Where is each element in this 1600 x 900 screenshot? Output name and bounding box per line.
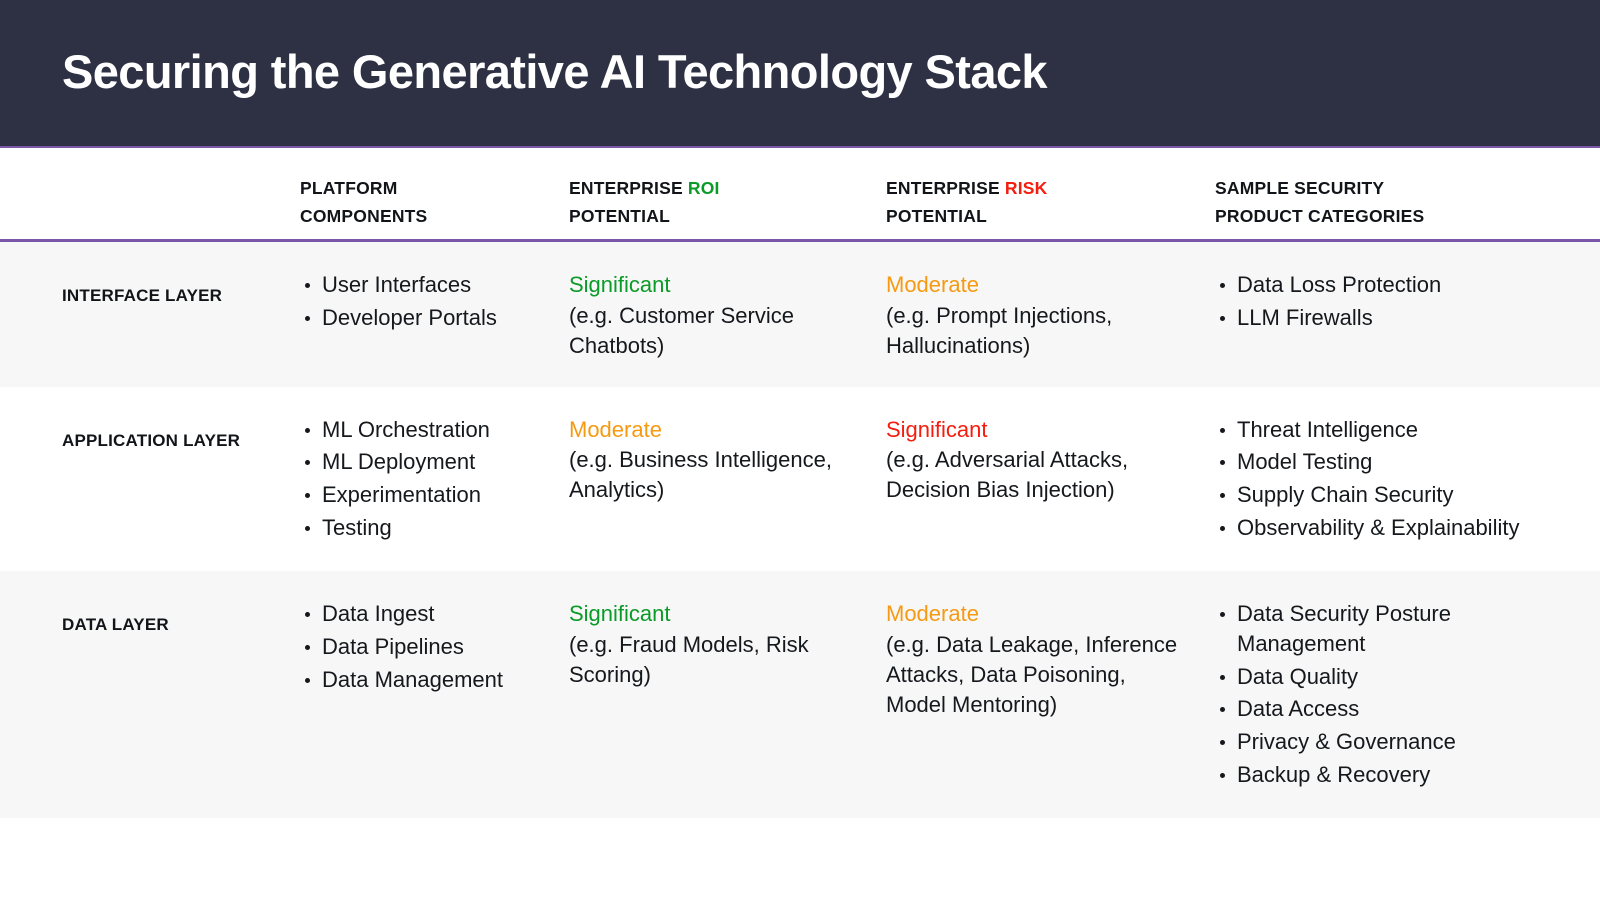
roi-rating: Significant	[569, 601, 671, 627]
list-item: ML Deployment	[305, 447, 541, 477]
row-products-cell: Data Loss Protection LLM Firewalls	[1200, 270, 1600, 361]
header-risk-prefix: ENTERPRISE	[886, 178, 1005, 198]
roi-detail: (e.g. Business Intelligence, Analytics)	[569, 447, 832, 503]
list-item: Data Pipelines	[305, 632, 541, 662]
row-products-cell: Threat Intelligence Model Testing Supply…	[1200, 415, 1600, 546]
list-item: User Interfaces	[305, 270, 541, 300]
list-item: Observability & Explainability	[1220, 513, 1580, 543]
header-products-line1: SAMPLE SECURITY	[1215, 178, 1385, 198]
row-roi-cell: Significant (e.g. Fraud Models, Risk Sco…	[555, 599, 875, 792]
row-layer-label-cell: DATA LAYER	[0, 599, 270, 792]
row-components-cell: ML Orchestration ML Deployment Experimen…	[270, 415, 555, 546]
header-cell-products: SAMPLE SECURITY PRODUCT CATEGORIES	[1200, 150, 1600, 239]
list-item: Data Access	[1220, 694, 1580, 724]
list-item: Data Ingest	[305, 599, 541, 629]
header-components-line1: PLATFORM	[300, 178, 398, 198]
risk-detail: (e.g. Prompt Injections, Hallucinations)	[886, 302, 1113, 358]
risk-rating: Moderate	[886, 601, 979, 627]
list-item: ML Orchestration	[305, 415, 541, 445]
roi-rating: Significant	[569, 272, 671, 297]
row-roi-cell: Significant (e.g. Customer Service Chatb…	[555, 270, 875, 361]
list-item: Data Loss Protection	[1220, 270, 1580, 300]
row-risk-cell: Significant (e.g. Adversarial Attacks, D…	[875, 415, 1200, 546]
list-item: Data Management	[305, 665, 541, 695]
header-components-line2: COMPONENTS	[300, 206, 428, 227]
header-risk-line2: POTENTIAL	[886, 206, 987, 227]
header-roi-accent: ROI	[687, 178, 720, 198]
header-products-line2: PRODUCT CATEGORIES	[1215, 206, 1425, 227]
list-item: Experimentation	[305, 480, 541, 510]
header-risk-accent: RISK	[1004, 178, 1048, 198]
list-item: Model Testing	[1220, 447, 1580, 477]
list-item: Privacy & Governance	[1220, 727, 1580, 757]
row-layer-label-cell: APPLICATION LAYER	[0, 415, 270, 546]
table-row: APPLICATION LAYER ML Orchestration ML De…	[0, 386, 1600, 572]
row-products-cell: Data Security Posture Management Data Qu…	[1200, 599, 1600, 792]
row-roi-cell: Moderate (e.g. Business Intelligence, An…	[555, 415, 875, 546]
list-item: Data Security Posture Management	[1220, 599, 1580, 658]
list-item: Data Quality	[1220, 662, 1580, 692]
list-item: LLM Firewalls	[1220, 303, 1580, 333]
components-list: ML Orchestration ML Deployment Experimen…	[300, 415, 541, 543]
header-cell-layer	[0, 150, 270, 239]
risk-rating: Moderate	[886, 272, 979, 297]
risk-detail: (e.g. Adversarial Attacks, Decision Bias…	[886, 447, 1129, 503]
row-risk-cell: Moderate (e.g. Data Leakage, Inference A…	[875, 599, 1200, 792]
row-components-cell: User Interfaces Developer Portals	[270, 270, 555, 361]
header-cell-risk: ENTERPRISE RISK POTENTIAL	[875, 150, 1200, 239]
list-item: Supply Chain Security	[1220, 480, 1580, 510]
products-list: Data Loss Protection LLM Firewalls	[1215, 270, 1580, 332]
header-cell-roi: ENTERPRISE ROI POTENTIAL	[555, 150, 875, 239]
roi-detail: (e.g. Fraud Models, Risk Scoring)	[569, 631, 809, 687]
layer-label: DATA LAYER	[62, 615, 169, 635]
table-row: INTERFACE LAYER User Interfaces Develope…	[0, 242, 1600, 387]
risk-rating: Significant	[886, 416, 988, 442]
page-title: Securing the Generative AI Technology St…	[62, 45, 1048, 98]
list-item: Backup & Recovery	[1220, 760, 1580, 790]
list-item: Testing	[305, 513, 541, 543]
table-header-row: PLATFORM COMPONENTS ENTERPRISE ROI POTEN…	[0, 150, 1600, 242]
layer-label: APPLICATION LAYER	[62, 430, 241, 450]
row-layer-label-cell: INTERFACE LAYER	[0, 270, 270, 361]
list-item: Threat Intelligence	[1220, 415, 1580, 445]
infographic-page: Securing the Generative AI Technology St…	[0, 0, 1600, 900]
roi-detail: (e.g. Customer Service Chatbots)	[569, 302, 794, 358]
components-list: User Interfaces Developer Portals	[300, 270, 541, 332]
risk-detail: (e.g. Data Leakage, Inference Attacks, D…	[886, 631, 1178, 717]
list-item: Developer Portals	[305, 303, 541, 333]
row-components-cell: Data Ingest Data Pipelines Data Manageme…	[270, 599, 555, 792]
header-roi-line2: POTENTIAL	[569, 206, 670, 227]
row-risk-cell: Moderate (e.g. Prompt Injections, Halluc…	[875, 270, 1200, 361]
security-stack-table: PLATFORM COMPONENTS ENTERPRISE ROI POTEN…	[0, 150, 1600, 819]
header-roi-prefix: ENTERPRISE	[569, 178, 688, 198]
products-list: Threat Intelligence Model Testing Supply…	[1215, 415, 1580, 543]
layer-label: INTERFACE LAYER	[62, 286, 223, 305]
title-banner: Securing the Generative AI Technology St…	[0, 0, 1600, 148]
table-row: DATA LAYER Data Ingest Data Pipelines Da…	[0, 571, 1600, 819]
header-cell-components: PLATFORM COMPONENTS	[270, 150, 555, 239]
components-list: Data Ingest Data Pipelines Data Manageme…	[300, 599, 541, 694]
products-list: Data Security Posture Management Data Qu…	[1215, 599, 1580, 789]
roi-rating: Moderate	[569, 416, 662, 442]
